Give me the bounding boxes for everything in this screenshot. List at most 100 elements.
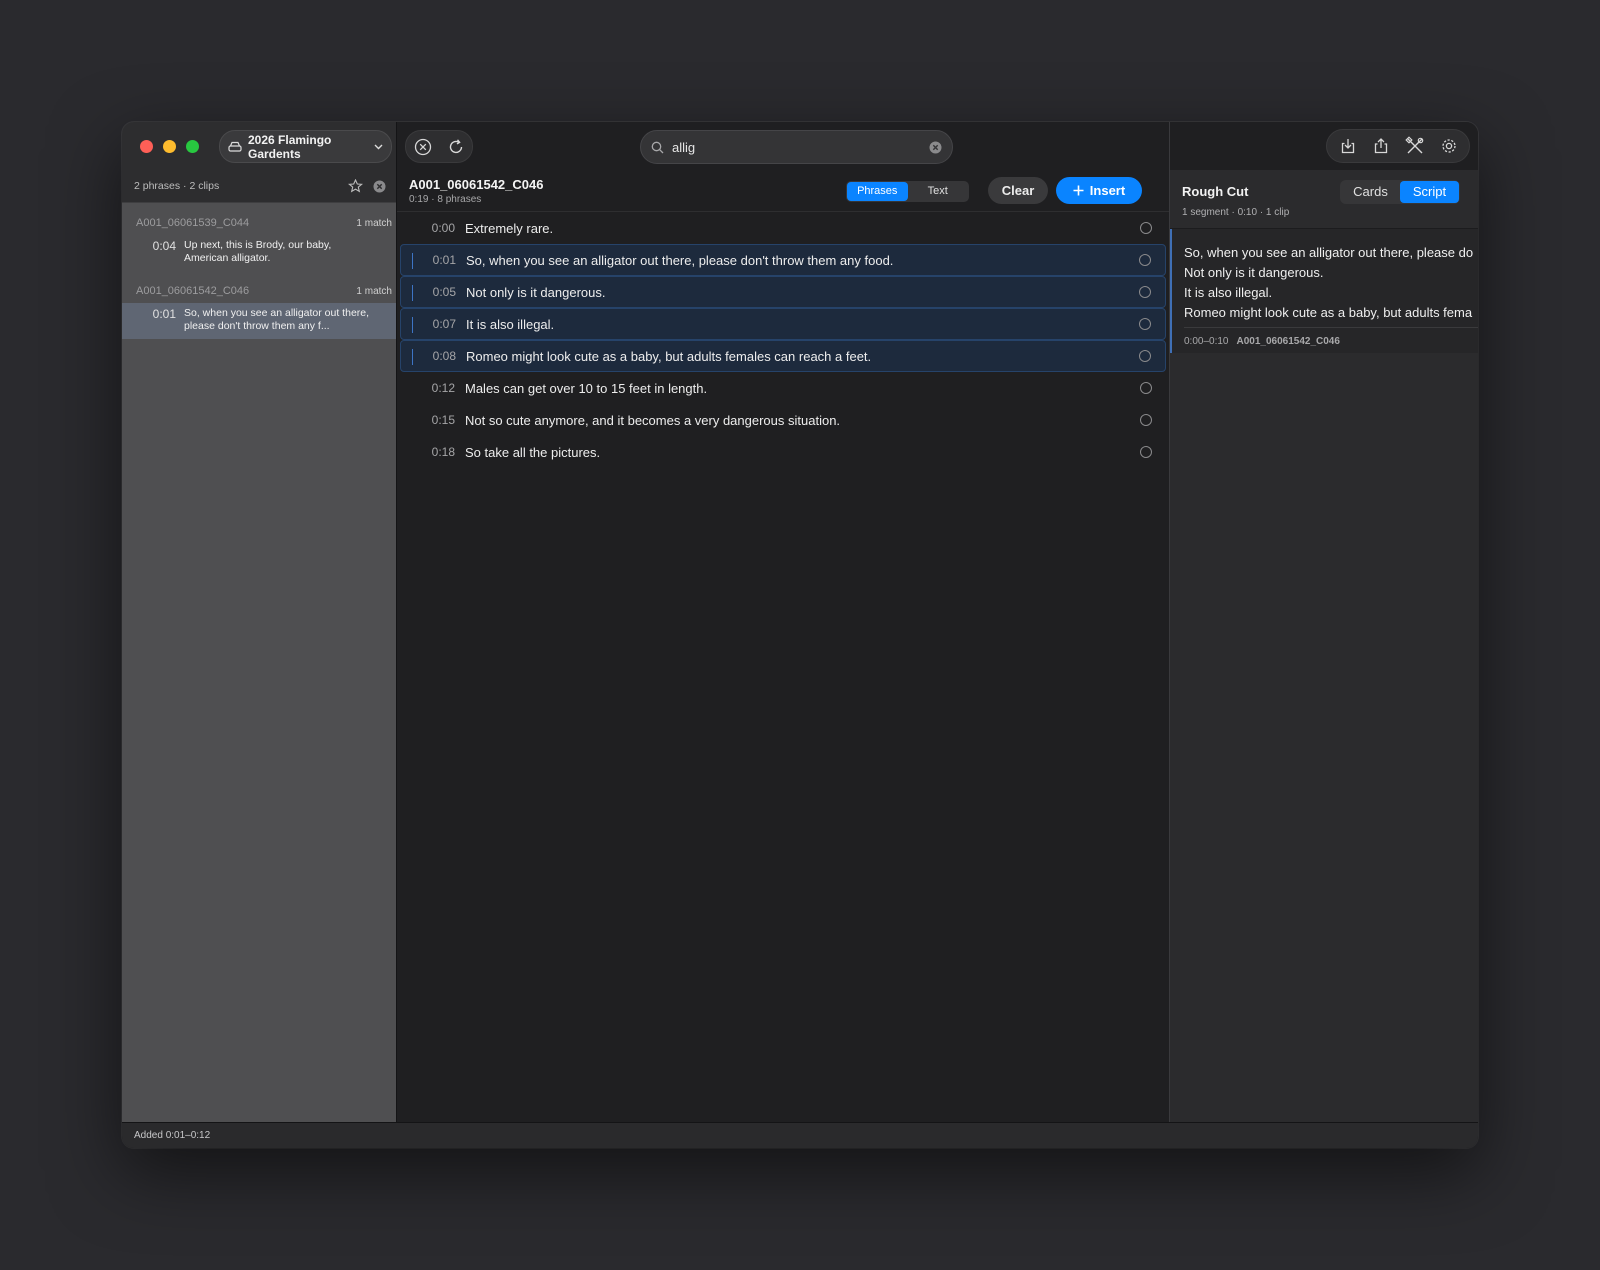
script-line: So, when you see an alligator out there,… [1184, 245, 1474, 260]
results-summary: 2 phrases · 2 clips [134, 180, 220, 192]
tools-icon[interactable] [1404, 136, 1425, 156]
app-window: 2026 Flamingo Gardents 2 phrases · 2 cli… [122, 122, 1478, 1148]
phrase-text: Males can get over 10 to 15 feet in leng… [465, 380, 708, 396]
phrase-select-radio[interactable] [1140, 414, 1152, 426]
insert-button[interactable]: Insert [1056, 177, 1142, 204]
titlebar-right [1170, 122, 1478, 170]
phrase-time: 0:01 [432, 253, 456, 267]
phrase-text: Not so cute anymore, and it becomes a ve… [465, 412, 841, 428]
phrase-row[interactable]: 0:05 Not only is it dangerous. [400, 276, 1166, 308]
share-icon[interactable] [1372, 137, 1390, 155]
segment-footer: 0:00–0:10 A001_06061542_C046 [1184, 327, 1478, 353]
rough-cut-pane: Rough Cut 1 segment · 0:10 · 1 clip Card… [1170, 122, 1478, 1122]
rough-cut-header: Rough Cut 1 segment · 0:10 · 1 clip Card… [1170, 170, 1478, 229]
script-line: Not only is it dangerous. [1184, 265, 1324, 280]
sidebar: 2026 Flamingo Gardents 2 phrases · 2 cli… [122, 122, 397, 1122]
plus-icon [1073, 185, 1084, 196]
project-selector[interactable]: 2026 Flamingo Gardents [219, 130, 392, 163]
insert-label: Insert [1089, 183, 1126, 198]
rough-cut-meta: 1 segment · 0:10 · 1 clip [1182, 207, 1290, 218]
tab-cards[interactable]: Cards [1341, 181, 1400, 203]
titlebar-left: 2026 Flamingo Gardents [122, 122, 396, 170]
search-result[interactable]: 0:01 So, when you see an alligator out t… [122, 303, 396, 339]
result-time: 0:01 [152, 307, 176, 321]
segment-range: 0:00–0:10 [1184, 336, 1229, 347]
toolbar-actions [1326, 129, 1470, 163]
phrase-select-radio[interactable] [1139, 318, 1151, 330]
gear-icon[interactable] [1440, 137, 1458, 155]
clip-group-1: A001_06061542_C046 1 match 0:01 So, when… [122, 279, 396, 339]
clear-circle-icon[interactable] [373, 180, 386, 193]
phrase-row[interactable]: 0:01 So, when you see an alligator out t… [400, 244, 1166, 276]
project-name: 2026 Flamingo Gardents [248, 132, 332, 161]
result-time: 0:04 [152, 239, 176, 253]
phrase-text: So take all the pictures. [465, 444, 601, 460]
phrase-text: It is also illegal. [466, 316, 555, 332]
script-line: Romeo might look cute as a baby, but adu… [1184, 305, 1473, 320]
phrase-select-radio[interactable] [1139, 350, 1151, 362]
phrase-text: Not only is it dangerous. [466, 284, 606, 300]
tab-text[interactable]: Text [908, 182, 969, 201]
search-result[interactable]: 0:04 Up next, this is Brody, our baby, A… [122, 235, 396, 271]
titlebar-center [397, 122, 1169, 170]
phrase-time: 0:05 [432, 285, 456, 299]
phrase-row[interactable]: 0:12 Males can get over 10 to 15 feet in… [400, 372, 1166, 404]
clip-name: A001_06061539_C044 [136, 217, 250, 229]
refresh-icon[interactable] [447, 138, 465, 156]
tab-script[interactable]: Script [1400, 181, 1459, 203]
view-mode-toggle: Phrases Text [846, 181, 969, 202]
phrase-row[interactable]: 0:15 Not so cute anymore, and it becomes… [400, 404, 1166, 436]
clip-header: A001_06061539_C044 1 match [122, 211, 396, 235]
phrase-text: Extremely rare. [465, 220, 554, 236]
nav-controls [405, 130, 473, 163]
status-text: Added 0:01–0:12 [134, 1130, 211, 1141]
phrase-row[interactable]: 0:07 It is also illegal. [400, 308, 1166, 340]
clip-pane: A001_06061542_C046 0:19 · 8 phrases Phra… [397, 122, 1170, 1122]
import-icon[interactable] [1339, 137, 1357, 155]
search-input[interactable] [672, 139, 921, 155]
close-circle-icon[interactable] [414, 138, 432, 156]
minimize-window-button[interactable] [163, 140, 176, 153]
results-summary-bar: 2 phrases · 2 clips [122, 170, 396, 203]
script-line: It is also illegal. [1184, 285, 1273, 300]
phrase-select-radio[interactable] [1139, 286, 1151, 298]
phrase-row[interactable]: 0:08 Romeo might look cute as a baby, bu… [400, 340, 1166, 372]
script-segment[interactable]: So, when you see an alligator out there,… [1170, 229, 1478, 353]
clip-group-0: A001_06061539_C044 1 match 0:04 Up next,… [122, 211, 396, 271]
phrase-select-radio[interactable] [1140, 222, 1152, 234]
match-count: 1 match [356, 285, 392, 297]
phrase-time: 0:08 [432, 349, 456, 363]
zoom-window-button[interactable] [186, 140, 199, 153]
match-count: 1 match [356, 217, 392, 229]
clip-header: A001_06061542_C046 1 match [122, 279, 396, 303]
result-text: So, when you see an alligator out there,… [184, 307, 370, 332]
chevron-down-icon [374, 144, 383, 150]
phrase-time: 0:00 [431, 221, 455, 235]
clip-header-bar: A001_06061542_C046 0:19 · 8 phrases Phra… [397, 170, 1169, 212]
rough-cut-view-toggle: Cards Script [1340, 180, 1460, 204]
phrase-select-radio[interactable] [1140, 446, 1152, 458]
phrase-list: 0:00 Extremely rare. 0:01 So, when you s… [397, 212, 1169, 468]
clip-title: A001_06061542_C046 [409, 177, 544, 192]
tab-phrases[interactable]: Phrases [847, 182, 908, 201]
phrase-time: 0:12 [431, 381, 455, 395]
search-icon [651, 141, 664, 154]
rough-cut-title: Rough Cut [1182, 184, 1249, 199]
clear-button[interactable]: Clear [988, 177, 1048, 204]
phrase-select-radio[interactable] [1139, 254, 1151, 266]
phrase-time: 0:18 [431, 445, 455, 459]
phrase-time: 0:07 [432, 317, 456, 331]
phrase-select-radio[interactable] [1140, 382, 1152, 394]
phrase-row[interactable]: 0:18 So take all the pictures. [400, 436, 1166, 468]
clear-search-icon[interactable] [929, 141, 942, 154]
clip-name: A001_06061542_C046 [136, 285, 250, 297]
segment-clip-name: A001_06061542_C046 [1236, 336, 1340, 347]
phrase-time: 0:15 [431, 413, 455, 427]
drive-icon [228, 141, 242, 153]
search-field[interactable] [640, 130, 953, 164]
phrase-row[interactable]: 0:00 Extremely rare. [400, 212, 1166, 244]
close-window-button[interactable] [140, 140, 153, 153]
status-bar: Added 0:01–0:12 [122, 1122, 1478, 1148]
result-text: Up next, this is Brody, our baby, Americ… [184, 239, 332, 264]
star-icon[interactable] [348, 179, 363, 193]
